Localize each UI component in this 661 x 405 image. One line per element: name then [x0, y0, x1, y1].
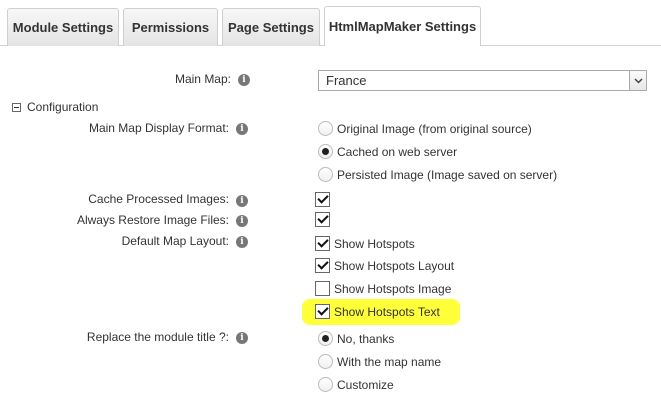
- info-icon[interactable]: i: [236, 332, 248, 344]
- radio-button[interactable]: [318, 377, 333, 392]
- collapse-icon[interactable]: [12, 102, 21, 112]
- display-format-option-persisted[interactable]: Persisted Image (Image saved on server): [318, 167, 557, 182]
- display-format-option-original[interactable]: Original Image (from original source): [318, 121, 532, 136]
- main-map-label: Main Map:: [174, 72, 231, 86]
- info-icon[interactable]: i: [236, 215, 248, 227]
- configuration-section-header[interactable]: Configuration: [12, 100, 98, 114]
- radio-button[interactable]: [318, 121, 333, 136]
- radio-label: With the map name: [337, 354, 442, 369]
- replace-title-option-map-name[interactable]: With the map name: [318, 354, 441, 369]
- info-icon[interactable]: i: [238, 74, 250, 86]
- replace-title-option-no[interactable]: No, thanks: [318, 331, 394, 346]
- checkbox[interactable]: [315, 192, 330, 207]
- radio-label: Original Image (from original source): [337, 121, 532, 136]
- checkbox-label: Show Hotspots Layout: [334, 258, 455, 273]
- info-icon[interactable]: i: [236, 123, 248, 135]
- layout-option-show-hotspots-image[interactable]: Show Hotspots Image: [315, 281, 451, 296]
- layout-option-show-hotspots-layout[interactable]: Show Hotspots Layout: [315, 258, 454, 273]
- tab-permissions[interactable]: Permissions: [123, 8, 218, 46]
- replace-title-option-customize[interactable]: Customize: [318, 377, 394, 392]
- layout-option-show-hotspots[interactable]: Show Hotspots: [315, 236, 415, 251]
- info-icon[interactable]: i: [236, 236, 248, 248]
- cache-processed-label: Cache Processed Images:: [88, 192, 229, 206]
- display-format-label: Main Map Display Format:: [88, 121, 229, 135]
- radio-label: Customize: [337, 377, 394, 392]
- radio-label: Persisted Image (Image saved on server): [337, 167, 558, 182]
- checkbox[interactable]: [315, 258, 330, 273]
- checkbox[interactable]: [315, 236, 330, 251]
- checkbox[interactable]: [315, 212, 330, 227]
- checkbox-label: Show Hotspots Image: [334, 281, 452, 296]
- chevron-down-icon[interactable]: [629, 71, 646, 90]
- main-map-select-value: France: [326, 73, 367, 88]
- checkbox-label: Show Hotspots: [334, 236, 415, 251]
- main-map-select[interactable]: France: [318, 70, 647, 91]
- checkbox-label: Show Hotspots Text: [334, 304, 440, 319]
- checkbox[interactable]: [315, 281, 330, 296]
- always-restore-checkbox[interactable]: [315, 212, 334, 227]
- cache-processed-checkbox[interactable]: [315, 192, 334, 207]
- replace-title-label: Replace the module title ?:: [86, 330, 229, 344]
- radio-button[interactable]: [318, 331, 333, 346]
- radio-label: No, thanks: [337, 331, 395, 346]
- display-format-option-cached[interactable]: Cached on web server: [318, 144, 457, 159]
- tab-htmlmapmaker-settings[interactable]: HtmlMapMaker Settings: [324, 6, 481, 46]
- default-layout-label: Default Map Layout:: [121, 234, 229, 248]
- tab-bar: Module Settings Permissions Page Setting…: [0, 0, 661, 46]
- always-restore-label: Always Restore Image Files:: [76, 213, 229, 227]
- configuration-title: Configuration: [27, 100, 99, 114]
- radio-button[interactable]: [318, 354, 333, 369]
- tab-module-settings[interactable]: Module Settings: [7, 8, 119, 46]
- checkbox[interactable]: [315, 304, 330, 319]
- tab-page-settings[interactable]: Page Settings: [222, 8, 320, 46]
- info-icon[interactable]: i: [236, 195, 248, 207]
- radio-label: Cached on web server: [337, 144, 458, 159]
- radio-button[interactable]: [318, 167, 333, 182]
- radio-button[interactable]: [318, 144, 333, 159]
- layout-option-show-hotspots-text[interactable]: Show Hotspots Text: [315, 304, 440, 319]
